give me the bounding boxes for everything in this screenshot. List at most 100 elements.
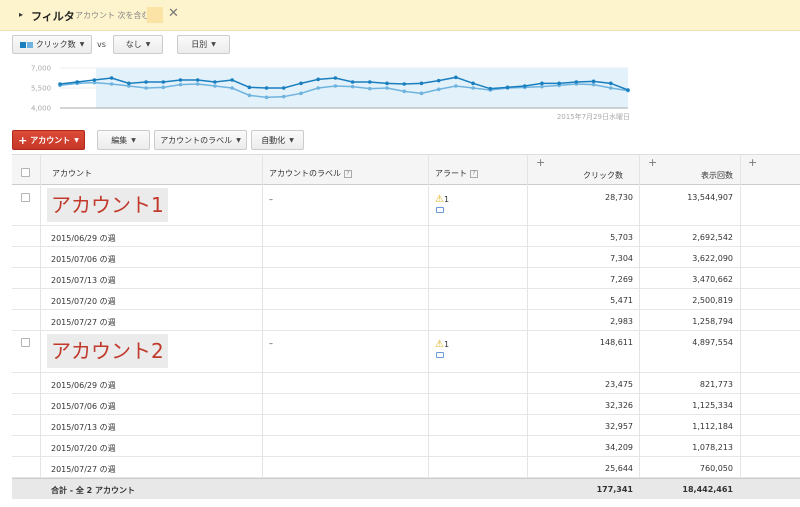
warning-icon: ⚠ [435,339,444,350]
automate-label: 自動化 [261,135,286,145]
chevron-down-icon: ▼ [131,136,136,144]
comment-icon[interactable] [436,207,444,213]
period-label: 日別 [191,40,208,49]
comment-icon[interactable] [436,352,444,358]
row-checkbox[interactable] [21,193,30,202]
data-point [350,84,355,89]
clicks-value: 148,611 [599,338,633,347]
close-icon[interactable]: ✕ [168,6,179,21]
account-label-value: – [269,195,273,204]
data-point [195,82,200,86]
data-point [213,84,217,88]
data-point [178,82,183,87]
y-tick-label: 5,500 [31,85,51,93]
header-impressions[interactable]: 表示回数 [670,170,733,181]
data-point [195,78,200,82]
total-impressions: 18,442,461 [682,485,733,494]
help-icon[interactable]: ? [470,169,478,178]
data-point [316,77,320,82]
header-clicks[interactable]: クリック数 [560,170,623,181]
total-clicks: 177,341 [596,485,633,494]
chevron-down-icon: ▼ [145,41,151,48]
data-point [385,81,389,86]
metric1-dropdown[interactable]: クリック数 ▼ [12,35,92,54]
add-account-button[interactable]: + アカウント ▼ [12,130,85,150]
data-point [436,87,441,92]
week-label: 2015/06/29 の週 [51,381,116,390]
data-point [109,76,114,80]
automate-dropdown[interactable]: 自動化 ▼ [251,130,304,150]
data-point [178,78,183,82]
add-column-icon[interactable]: + [748,156,757,169]
data-point [471,86,475,90]
data-point [557,81,561,86]
add-account-label: アカウント [30,135,71,145]
total-label: 合計 - 全 2 アカウント [51,486,136,495]
plus-icon: + [18,133,28,147]
account-name[interactable]: アカウント1 [47,188,168,222]
data-point [368,80,372,84]
impressions-value: 821,773 [699,380,733,389]
clicks-value: 34,209 [605,443,633,452]
metric2-dropdown[interactable]: なし ▼ [113,35,163,54]
chart-date-label: 2015年7月29日水曜日 [557,112,630,121]
impressions-value: 1,078,213 [692,443,733,452]
data-point [471,81,475,86]
expand-triangle-icon[interactable]: ▸ [19,10,23,19]
add-column-icon[interactable]: + [536,156,545,169]
account-name[interactable]: アカウント2 [47,334,168,368]
labels-dropdown[interactable]: アカウントのラベル ▼ [154,130,247,150]
data-point [299,81,303,86]
week-label: 2015/07/06 の週 [51,255,116,264]
impressions-value: 1,125,334 [692,401,733,410]
data-point [522,84,527,88]
filter-title[interactable]: フィルタ [31,8,75,24]
row-checkbox[interactable] [21,338,30,347]
data-point [127,81,131,86]
filter-condition[interactable]: アカウント 次を含む [75,10,150,21]
header-label-text: アカウントのラベル [269,169,341,178]
clicks-value: 25,644 [605,464,633,473]
data-point [247,93,252,98]
clicks-value: 5,471 [610,296,633,305]
data-point [144,80,148,84]
impressions-value: 1,258,794 [692,317,733,326]
data-point [626,88,630,92]
data-point [247,85,252,90]
chevron-down-icon: ▼ [79,41,85,48]
data-point [454,84,458,88]
data-point [161,80,166,84]
series-dark-swatch [19,41,26,48]
header-label[interactable]: アカウントのラベル? [269,168,352,179]
header-alert[interactable]: アラート? [435,168,478,179]
data-point [299,91,303,96]
filter-value-chip[interactable] [147,7,163,23]
header-account[interactable]: アカウント [52,168,92,179]
data-point [419,91,424,96]
data-point [436,78,441,83]
edit-dropdown[interactable]: 編集 ▼ [97,130,150,150]
alert-indicator[interactable]: ⚠1 [435,194,449,205]
labels-label: アカウントのラベル [160,135,233,145]
metric2-label: なし [125,40,142,49]
clicks-value: 7,304 [610,254,633,263]
impressions-value: 3,470,662 [692,275,733,284]
week-label: 2015/07/20 の週 [51,297,116,306]
data-point [230,78,234,82]
help-icon[interactable]: ? [344,169,352,178]
alert-indicator[interactable]: ⚠1 [435,339,449,350]
period-dropdown[interactable]: 日別 ▼ [177,35,230,54]
data-point [591,79,596,84]
clicks-value: 5,703 [610,233,633,242]
data-point [333,84,338,88]
data-point [419,81,424,86]
impressions-value: 1,112,184 [692,422,733,431]
data-point [591,82,596,87]
data-point [540,81,544,86]
data-point [574,80,579,84]
add-column-icon[interactable]: + [648,156,657,169]
select-all-checkbox[interactable] [21,168,30,177]
data-point [161,85,166,90]
data-point [109,82,114,86]
impressions-value: 3,622,090 [692,254,733,263]
